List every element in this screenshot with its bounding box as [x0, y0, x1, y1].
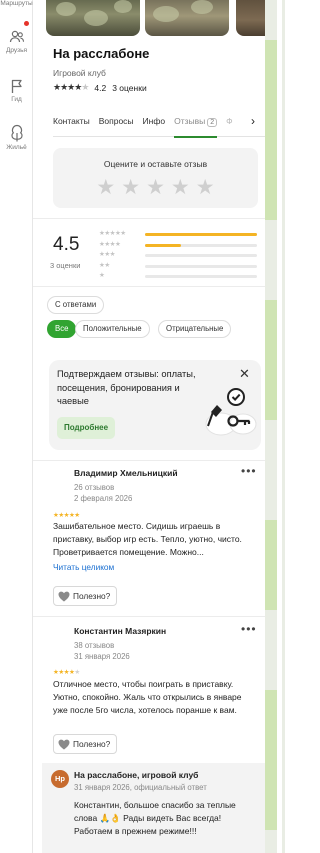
distribution-stars: ★★★★	[99, 240, 121, 248]
distribution-stars: ★★★	[99, 251, 115, 259]
place-photo[interactable]	[145, 0, 229, 36]
review-text: Зашибательное место. Сидишь играешь в пр…	[53, 521, 242, 557]
rating-value: 4.2	[94, 82, 107, 93]
filter-all[interactable]: Все	[47, 320, 77, 338]
review-stars-filled: ★★★★	[53, 669, 75, 676]
map-view[interactable]	[265, 0, 285, 853]
rate-and-review-box: Оцените и оставьте отзыв ★★★★★	[53, 148, 258, 208]
tab-questions[interactable]: Вопросы	[99, 110, 134, 137]
tab-reviews-count: 2	[207, 118, 218, 127]
distribution-fill	[145, 243, 181, 247]
filter-positive[interactable]: Положительные	[75, 320, 150, 338]
star-icon: ★	[74, 669, 80, 676]
tab-info[interactable]: Инфо	[143, 110, 166, 137]
distribution-track	[145, 254, 257, 258]
rating-stars: ★★★★★	[53, 82, 89, 93]
divider	[33, 218, 265, 219]
divider	[33, 460, 265, 461]
tab-photos[interactable]: Ф	[226, 110, 232, 137]
place-rating[interactable]: ★★★★★ 4.2 3 оценки	[53, 82, 147, 93]
review-stars: ★★★★★	[53, 668, 80, 676]
app-root: Маршруты Друзья Гид Жильё На расслабоне …	[0, 0, 285, 853]
place-panel: На расслабоне Игровой клуб ★★★★★ 4.2 3 о…	[33, 0, 265, 853]
friends-icon	[9, 30, 24, 43]
helpful-label: Полезно?	[73, 591, 111, 601]
review-date: 2 февраля 2026	[74, 494, 133, 503]
divider	[33, 286, 265, 287]
rail-item-guide[interactable]: Гид	[0, 78, 33, 103]
rate-box-label: Оцените и оставьте отзыв	[103, 159, 208, 169]
rail-label-guide: Гид	[11, 96, 22, 103]
distribution-row[interactable]: ★	[99, 272, 259, 281]
distribution-row[interactable]: ★★★	[99, 251, 259, 260]
distribution-track	[145, 233, 257, 236]
rail-item-housing[interactable]: Жильё	[0, 124, 33, 151]
answer-author: На расслабоне, игровой клуб	[74, 770, 199, 780]
tab-reviews[interactable]: Отзывы 2	[174, 110, 218, 138]
review-author[interactable]: Константин Мазяркин	[74, 626, 166, 636]
promo-text: Подтверждаем отзывы: оплаты, посещения, …	[57, 369, 196, 406]
answer-text: Константин, большое спасибо за теплые сл…	[74, 800, 236, 836]
notification-dot	[24, 21, 29, 26]
place-title: На расслабоне	[53, 46, 150, 61]
rail-item-routes[interactable]: Маршруты	[0, 0, 33, 7]
map-road	[277, 0, 282, 853]
read-more-link[interactable]: Читать целиком	[53, 562, 114, 572]
answer-meta: 31 января 2026, официальный ответ	[74, 783, 207, 792]
rail-item-friends[interactable]: Друзья	[0, 29, 33, 54]
review-date: 31 января 2026	[74, 652, 130, 661]
more-options-icon[interactable]: •••	[241, 622, 257, 636]
distribution-stars: ★★	[99, 261, 110, 269]
tab-reviews-label: Отзывы	[174, 116, 206, 126]
flag-icon	[11, 79, 22, 93]
rate-stars-input[interactable]: ★★★★★	[53, 175, 258, 200]
distribution-stars: ★★★★★	[99, 230, 126, 237]
distribution-track	[145, 275, 257, 279]
distribution-track	[145, 264, 257, 268]
route-icon-label: Маршруты	[0, 0, 33, 7]
heart-icon	[58, 739, 70, 749]
review-author[interactable]: Владимир Хмельницкий	[74, 468, 178, 478]
distribution-row[interactable]: ★★	[99, 262, 259, 271]
owner-answer: Нр На расслабоне, игровой клуб 31 января…	[42, 763, 265, 853]
distribution-stars: ★	[99, 272, 105, 280]
score-count: 3 оценки	[50, 261, 81, 270]
filter-negative[interactable]: Отрицательные	[158, 320, 232, 338]
avatar: Нр	[51, 770, 69, 788]
place-category: Игровой клуб	[53, 68, 106, 78]
helpful-button[interactable]: Полезно?	[53, 734, 118, 754]
more-options-icon[interactable]: •••	[241, 464, 257, 478]
helpful-label: Полезно?	[73, 739, 111, 749]
review-stars: ★★★★★	[53, 512, 80, 519]
distribution-row[interactable]: ★★★★★	[99, 230, 259, 239]
average-score: 4.5	[53, 234, 80, 255]
helpful-button[interactable]: Полезно?	[53, 586, 118, 606]
rating-count: 3 оценки	[112, 82, 147, 93]
left-rail: Маршруты Друзья Гид Жильё	[0, 0, 33, 853]
tabs-next-chevron-icon[interactable]: ›	[251, 114, 255, 128]
star-icon: ★	[81, 82, 89, 92]
distribution-fill	[145, 233, 257, 236]
rail-label-friends: Друзья	[5, 47, 28, 54]
distribution-row[interactable]: ★★★★	[99, 241, 259, 250]
place-photo[interactable]	[236, 0, 265, 36]
divider	[33, 616, 265, 617]
review-author-count: 38 отзывов	[74, 641, 115, 650]
distribution-track	[145, 243, 257, 247]
rail-label-housing: Жильё	[6, 144, 27, 151]
verified-reviews-promo: Подтверждаем отзывы: оплаты, посещения, …	[49, 360, 261, 450]
filter-with-answers[interactable]: С ответами	[47, 296, 105, 314]
tab-bar: Контакты Вопросы Инфо Отзывы 2 Ф	[53, 110, 265, 138]
place-photo[interactable]	[46, 0, 140, 36]
photo-strip[interactable]	[33, 0, 265, 37]
review-text: Отличное место, чтобы поиграть в пристав…	[53, 679, 242, 715]
review-author-count: 26 отзывов	[74, 483, 115, 492]
promo-more-button[interactable]: Подробнее	[57, 417, 116, 439]
tab-contacts[interactable]: Контакты	[53, 110, 90, 137]
heart-icon	[58, 591, 70, 601]
tree-icon	[10, 124, 23, 142]
rating-distribution: ★★★★★ ★★★★ ★★★ ★★ ★	[99, 230, 259, 283]
promo-illustration-icon	[205, 388, 257, 436]
